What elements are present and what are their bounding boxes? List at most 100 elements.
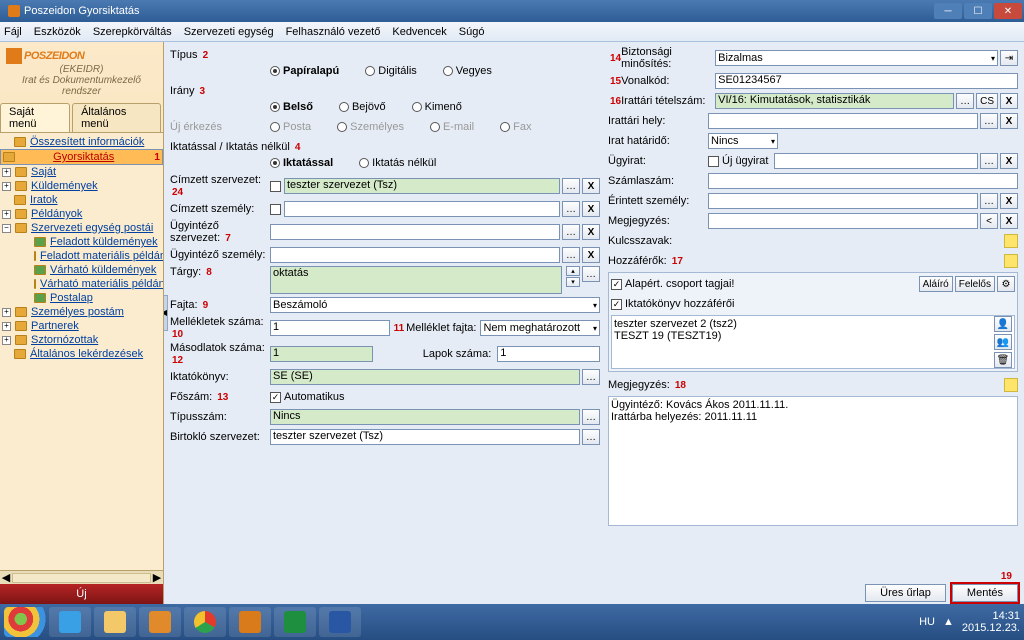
chk-auto[interactable]: ✓ — [270, 392, 281, 403]
cs-button[interactable]: CS — [976, 93, 998, 109]
radio-papir[interactable]: Papíralapú — [270, 65, 339, 77]
radio-belso[interactable]: Belső — [270, 101, 313, 113]
window-maximize-button[interactable]: ☐ — [964, 3, 992, 19]
note-hozzaferok-icon[interactable] — [1004, 254, 1018, 268]
tree-varhato-k[interactable]: Várható küldemények — [0, 263, 163, 277]
targy-down[interactable]: ▾ — [566, 277, 580, 287]
hozzaferok-list[interactable]: teszter szervezet 2 (tsz2) TESZT 19 (TES… — [611, 315, 1015, 369]
chk-ujugyirat[interactable] — [708, 156, 719, 167]
radio-iktatassal[interactable]: Iktatással — [270, 157, 333, 169]
lookup-ugy-szervezet[interactable]: … — [562, 224, 580, 240]
input-targy[interactable]: oktatás — [270, 266, 562, 294]
lookup-cimzett[interactable]: … — [562, 178, 580, 194]
menu-tools[interactable]: Eszközök — [34, 26, 81, 38]
input-megjegyzes[interactable] — [708, 213, 978, 229]
taskbar-word[interactable] — [319, 607, 361, 637]
select-bizt[interactable]: Bizalmas▾ — [715, 50, 998, 66]
radio-vegyes[interactable]: Vegyes — [443, 65, 492, 77]
tray-clock[interactable]: 14:31 2015.12.23. — [962, 610, 1020, 634]
input-vonalkod[interactable]: SE01234567 — [715, 73, 1018, 89]
expand-megj[interactable]: < — [980, 213, 998, 229]
tree-gyorsiktatas[interactable]: Gyorsiktatás1 — [0, 149, 163, 165]
tree-feladott-k[interactable]: Feladott küldemények — [0, 235, 163, 249]
input-ugy-szemely[interactable] — [270, 247, 560, 263]
tree-szervpostai[interactable]: −Szervezeti egység postái — [0, 221, 163, 235]
menu-file[interactable]: Fájl — [4, 26, 22, 38]
select-fajta[interactable]: Beszámoló▾ — [270, 297, 600, 313]
clear-megj[interactable]: X — [1000, 213, 1018, 229]
tray-flag-icon[interactable]: ▲ — [943, 616, 954, 628]
lookup-ugy-szemely[interactable]: … — [562, 247, 580, 263]
note-kulcsszavak-icon[interactable] — [1004, 234, 1018, 248]
input-iktatokonyv[interactable]: SE (SE) — [270, 369, 580, 385]
taskbar-excel[interactable] — [274, 607, 316, 637]
targy-up[interactable]: ▴ — [566, 266, 580, 276]
hozz-tool-1[interactable]: 👤 — [994, 316, 1012, 332]
lookup-irattari[interactable]: … — [956, 93, 974, 109]
btn-hozz-add[interactable]: ⚙ — [997, 276, 1015, 292]
radio-kimeno[interactable]: Kimenő — [412, 101, 462, 113]
input-lapok-szama[interactable]: 1 — [497, 346, 600, 362]
window-close-button[interactable]: ✕ — [994, 3, 1022, 19]
input-cimzett-szemely[interactable] — [284, 201, 560, 217]
menu-help[interactable]: Súgó — [459, 26, 485, 38]
hozz-item-1[interactable]: teszter szervezet 2 (tsz2) — [614, 318, 1012, 330]
taskbar-mediaplayer[interactable] — [139, 607, 181, 637]
input-tipusszam[interactable]: Nincs — [270, 409, 580, 425]
menu-orgunit[interactable]: Szervezeti egység — [184, 26, 274, 38]
input-irattari[interactable]: VI/16: Kimutatások, statisztikák — [715, 93, 954, 109]
clear-irattari[interactable]: X — [1000, 93, 1018, 109]
lookup-irattari-hely[interactable]: … — [980, 113, 998, 129]
select-irat-hat[interactable]: Nincs▾ — [708, 133, 778, 149]
tree-feladott-m[interactable]: Feladott materiális példányok — [0, 249, 163, 263]
radio-bejovo[interactable]: Bejövő — [339, 101, 386, 113]
tree-varhato-m[interactable]: Várható materiális példányok — [0, 277, 163, 291]
clear-erintett[interactable]: X — [1000, 193, 1018, 209]
input-irattari-hely[interactable] — [708, 113, 978, 129]
lookup-targy[interactable]: … — [582, 266, 600, 282]
btn-alairo[interactable]: Aláíró — [919, 276, 953, 292]
tree-sztorno[interactable]: +Sztornózottak — [0, 333, 163, 347]
select-mell-fajta[interactable]: Nem meghatározott▾ — [480, 320, 600, 336]
chk-cimzett-szem[interactable] — [270, 204, 281, 215]
lookup-iktatokonyv[interactable]: … — [582, 369, 600, 385]
button-mentes[interactable]: Mentés — [952, 584, 1018, 602]
clear-ugyirat[interactable]: X — [1000, 153, 1018, 169]
input-mell-szama[interactable]: 1 — [270, 320, 390, 336]
lookup-tipusszam[interactable]: … — [582, 409, 600, 425]
lookup-erintett[interactable]: … — [980, 193, 998, 209]
clear-cimzett-szem[interactable]: X — [582, 201, 600, 217]
lookup-ugyirat[interactable]: … — [980, 153, 998, 169]
btn-felelos[interactable]: Felelős — [955, 276, 995, 292]
input-erintett[interactable] — [708, 193, 978, 209]
tray-lang[interactable]: HU — [919, 616, 935, 628]
taskbar-ie[interactable] — [49, 607, 91, 637]
start-button[interactable] — [4, 607, 46, 637]
tree-sajat[interactable]: +Saját — [0, 165, 163, 179]
chk-cimzett[interactable] — [270, 181, 281, 192]
textarea-megjegyzes[interactable]: Ügyintéző: Kovács Ákos 2011.11.11. Iratt… — [608, 396, 1018, 526]
sidetab-general[interactable]: Általános menü — [72, 103, 161, 132]
tree-szemelyes[interactable]: +Személyes postám — [0, 305, 163, 319]
lookup-birtoklo[interactable]: … — [582, 429, 600, 445]
clear-cimzett[interactable]: X — [582, 178, 600, 194]
window-minimize-button[interactable]: ─ — [934, 3, 962, 19]
taskbar-chrome[interactable] — [184, 607, 226, 637]
lookup-cimzett-szem[interactable]: … — [562, 201, 580, 217]
input-ugy-szervezet[interactable] — [270, 224, 560, 240]
input-birtoklo[interactable]: teszter szervezet (Tsz) — [270, 429, 580, 445]
new-button[interactable]: Új — [0, 584, 163, 604]
input-cimzett-szervezet[interactable]: teszter szervezet (Tsz) — [284, 178, 560, 194]
sidebar-hscroll[interactable]: ◀▶ — [0, 570, 163, 584]
sidetab-own[interactable]: Saját menü — [0, 103, 70, 132]
note-megj2-icon[interactable] — [1004, 378, 1018, 392]
input-ugyirat[interactable] — [774, 153, 978, 169]
hozz-item-2[interactable]: TESZT 19 (TESZT19) — [614, 330, 1012, 342]
chk-ikthozz[interactable]: ✓ — [611, 299, 622, 310]
chk-alapert[interactable]: ✓ — [611, 279, 622, 290]
tree-osszesitett[interactable]: Összesített információk — [0, 135, 163, 149]
radio-digitalis[interactable]: Digitális — [365, 65, 417, 77]
pin-bizt[interactable]: ⇥ — [1000, 50, 1018, 66]
input-szamlaszam[interactable] — [708, 173, 1018, 189]
clear-irattari-hely[interactable]: X — [1000, 113, 1018, 129]
